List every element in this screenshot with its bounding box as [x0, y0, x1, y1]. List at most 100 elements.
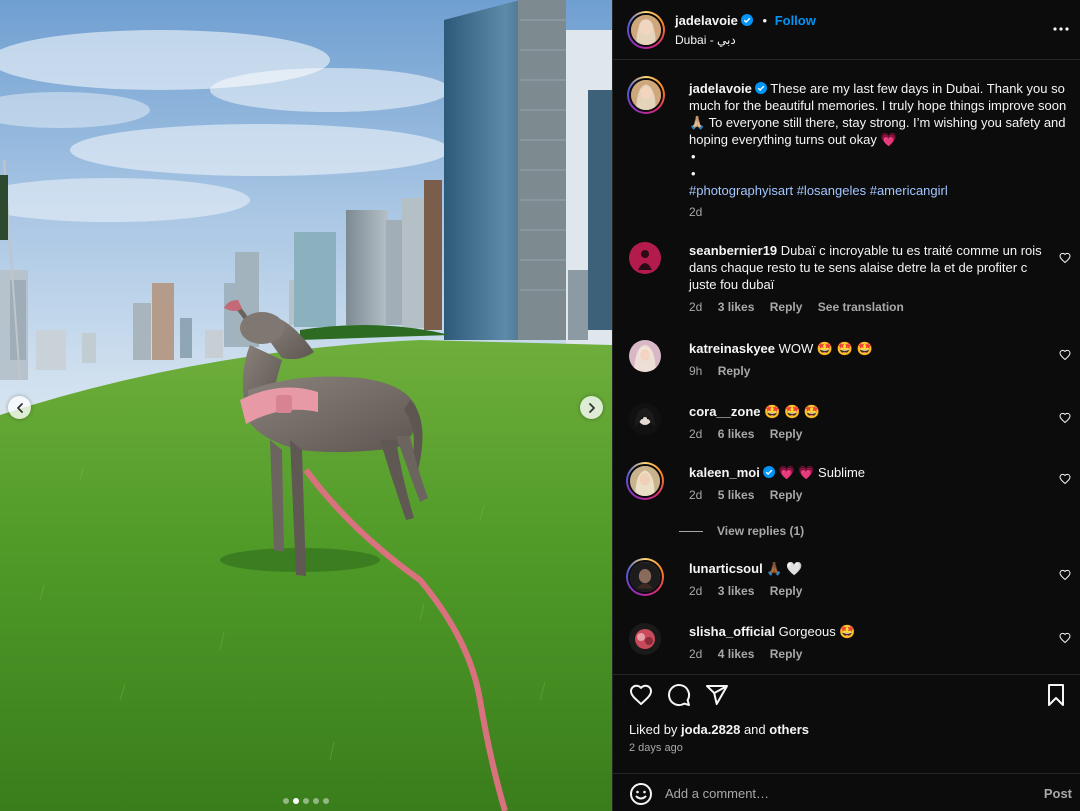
carousel-dot [323, 798, 329, 804]
comment-likes[interactable]: 3 likes [718, 300, 755, 314]
hashtag-link[interactable]: #losangeles [797, 183, 866, 198]
avatar-image [629, 623, 661, 655]
view-replies-button[interactable]: View replies (1) [679, 524, 804, 538]
comment-body: slisha_official Gorgeous 🤩 2d 4 likes Re… [689, 623, 1049, 663]
comment-time[interactable]: 9h [689, 364, 702, 378]
comment-time[interactable]: 2d [689, 488, 702, 502]
like-comment-heart-icon[interactable] [1059, 473, 1071, 485]
more-options-icon[interactable] [1052, 20, 1070, 38]
like-comment-heart-icon[interactable] [1059, 632, 1071, 644]
comment-likes[interactable]: 3 likes [718, 584, 755, 598]
carousel-dot [303, 798, 309, 804]
comment-likes[interactable]: 4 likes [718, 647, 755, 661]
comment-meta: 2d 4 likes Reply [689, 646, 1049, 663]
caption-avatar[interactable] [627, 76, 665, 114]
save-bookmark-icon[interactable] [1044, 683, 1068, 707]
post-header: jadelavoie • Follow Dubai - دبي [613, 0, 1080, 60]
caption-time[interactable]: 2d [689, 204, 1069, 221]
commenter-avatar[interactable] [629, 242, 661, 274]
add-comment-bar: Post [613, 773, 1080, 811]
comment-body: seanbernier19 Dubaï c incroyable tu es t… [689, 242, 1049, 316]
avatar-image [629, 403, 661, 435]
comment-likes[interactable]: 6 likes [718, 427, 755, 441]
comment-meta: 2d 6 likes Reply [689, 426, 1049, 443]
comment-time[interactable]: 2d [689, 584, 702, 598]
comment-body: katreinaskyee WOW 🤩 🤩 🤩 9h Reply [689, 340, 1049, 380]
author-username[interactable]: jadelavoie [675, 13, 738, 28]
caption-username[interactable]: jadelavoie [689, 81, 752, 96]
commenter-avatar[interactable] [626, 558, 664, 596]
reply-button[interactable]: Reply [718, 364, 751, 378]
caption-hashtags: #photographyisart #losangeles #americang… [689, 182, 1069, 199]
hashtag-link[interactable]: #photographyisart [689, 183, 793, 198]
post-action-bar [613, 674, 1080, 714]
comment-time[interactable]: 2d [689, 647, 702, 661]
caption-text-block: jadelavoie These are my last few days in… [689, 80, 1069, 221]
comment-username[interactable]: katreinaskyee [689, 341, 775, 356]
see-translation-button[interactable]: See translation [818, 300, 904, 314]
verified-badge-icon [762, 466, 775, 478]
comment-meta: 2d 3 likes Reply See translation [689, 299, 1049, 316]
comment-time[interactable]: 2d [689, 300, 702, 314]
verified-badge-icon [740, 14, 753, 26]
comment-username[interactable]: lunarticsoul [689, 561, 763, 576]
post-media[interactable] [0, 0, 612, 811]
post-modal: jadelavoie • Follow Dubai - دبي jadelavo… [0, 0, 1080, 811]
avatar-image [629, 340, 661, 372]
liked-user-link[interactable]: joda.2828 [681, 722, 740, 737]
previous-photo-button[interactable] [8, 396, 31, 419]
avatar-image [629, 242, 661, 274]
avatar-image [630, 562, 660, 592]
liked-others-link[interactable]: others [769, 722, 809, 737]
comment-text: 🤩 🤩 🤩 [764, 404, 820, 419]
author-avatar[interactable] [627, 11, 665, 49]
post-timestamp[interactable]: 2 days ago [629, 742, 683, 754]
carousel-dot [313, 798, 319, 804]
like-comment-heart-icon[interactable] [1059, 349, 1071, 361]
comment-username[interactable]: slisha_official [689, 624, 775, 639]
liked-prefix: Liked by [629, 722, 678, 737]
reply-button[interactable]: Reply [770, 647, 803, 661]
comment-text: WOW 🤩 🤩 🤩 [778, 341, 873, 356]
comment-username[interactable]: cora__zone [689, 404, 761, 419]
reply-button[interactable]: Reply [770, 300, 803, 314]
commenter-avatar[interactable] [629, 340, 661, 372]
view-replies-label: View replies (1) [717, 524, 805, 538]
caption-bullet: • [691, 166, 696, 181]
reply-button[interactable]: Reply [770, 427, 803, 441]
next-photo-button[interactable] [580, 396, 603, 419]
post-location[interactable]: Dubai - دبي [675, 33, 736, 47]
like-heart-icon[interactable] [629, 683, 653, 707]
chevron-right-icon [588, 402, 595, 413]
comment-text: Gorgeous 🤩 [778, 624, 856, 639]
verified-badge-icon [754, 82, 767, 94]
commenter-avatar[interactable] [626, 462, 664, 500]
emoji-smiley-icon[interactable] [629, 782, 653, 806]
caption-bullet: • [691, 149, 696, 164]
comment-username[interactable]: kaleen_moi [689, 465, 760, 480]
comment-username[interactable]: seanbernier19 [689, 243, 777, 258]
comment-input[interactable] [665, 781, 1015, 805]
like-comment-heart-icon[interactable] [1059, 252, 1071, 264]
comment-meta: 2d 5 likes Reply [689, 487, 1049, 504]
like-comment-heart-icon[interactable] [1059, 412, 1071, 424]
share-paper-plane-icon[interactable] [705, 683, 729, 707]
follow-button[interactable]: Follow [775, 13, 816, 28]
comment-body: lunarticsoul 🙏🏾 🤍 2d 3 likes Reply [689, 560, 1049, 600]
comment-likes[interactable]: 5 likes [718, 488, 755, 502]
comment-time[interactable]: 2d [689, 427, 702, 441]
carousel-dot [283, 798, 289, 804]
replies-divider [679, 530, 703, 532]
avatar-image [631, 80, 661, 110]
commenter-avatar[interactable] [629, 623, 661, 655]
like-comment-heart-icon[interactable] [1059, 569, 1071, 581]
commenter-avatar[interactable] [629, 403, 661, 435]
carousel-indicator [0, 798, 612, 804]
reply-button[interactable]: Reply [770, 584, 803, 598]
comment-bubble-icon[interactable] [667, 683, 691, 707]
header-separator: • [762, 13, 768, 28]
hashtag-link[interactable]: #americangirl [870, 183, 948, 198]
reply-button[interactable]: Reply [770, 488, 803, 502]
post-comment-button[interactable]: Post [1044, 786, 1072, 801]
comment-body: cora__zone 🤩 🤩 🤩 2d 6 likes Reply [689, 403, 1049, 443]
